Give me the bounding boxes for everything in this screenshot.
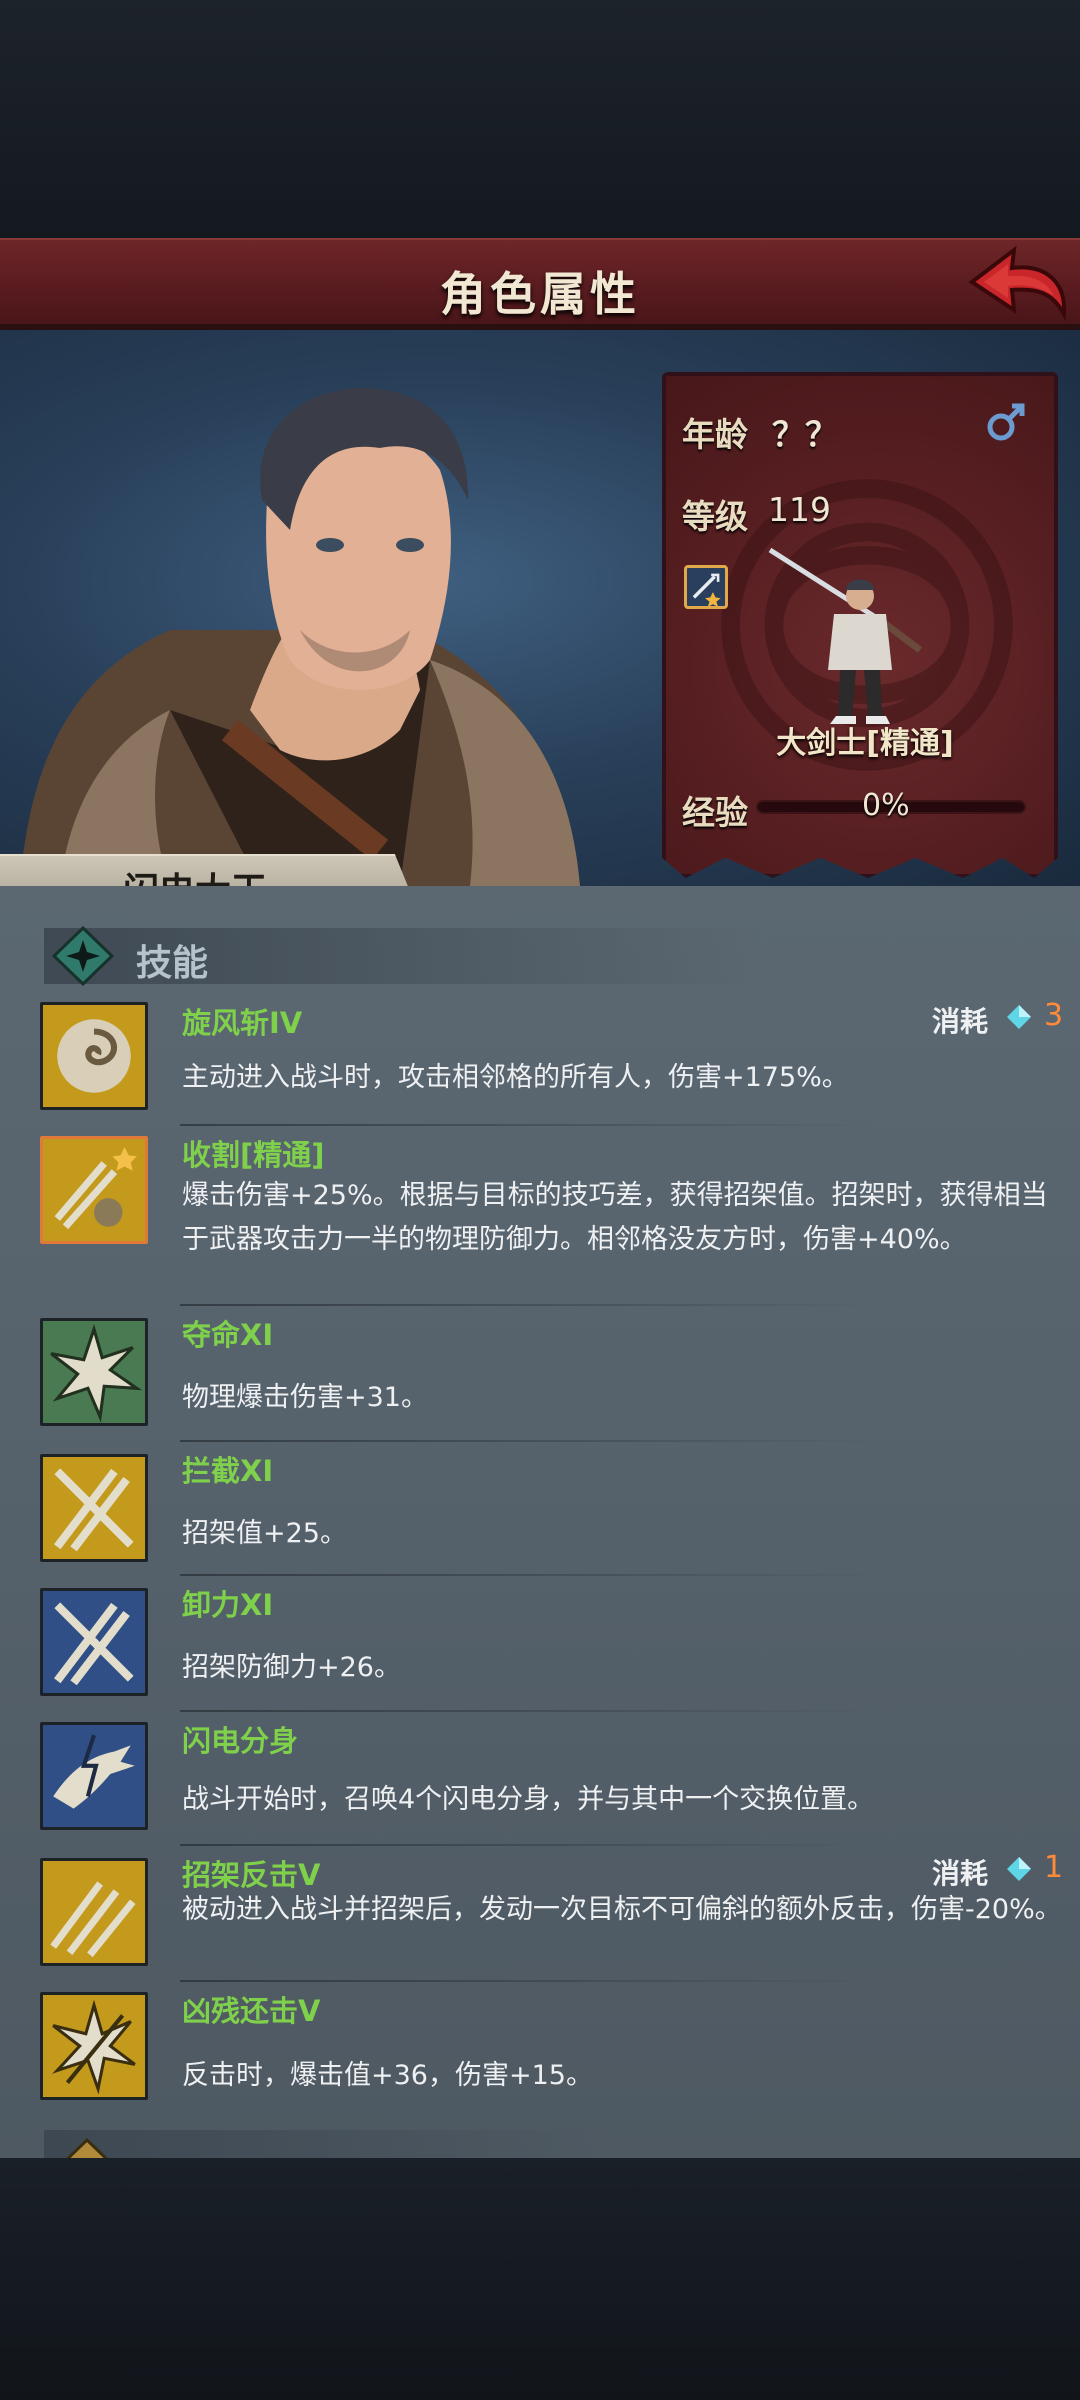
skill-name: 夺命XI — [182, 1318, 274, 1352]
lightning-clone-icon — [40, 1722, 148, 1830]
skill-description: 招架防御力+26。 — [182, 1652, 401, 1683]
character-portrait — [20, 388, 580, 886]
cost-value: 1 — [1044, 1850, 1064, 1885]
harvest-icon — [40, 1136, 148, 1244]
skill-name: 旋风斩IV — [182, 1006, 303, 1040]
crossed-swords-blue-icon — [40, 1588, 148, 1696]
skill-name: 卸力XI — [182, 1588, 274, 1622]
burst-icon — [40, 1318, 148, 1426]
row-divider — [180, 1304, 880, 1306]
cost-label: 消耗 — [932, 1005, 989, 1038]
character-sprite — [768, 547, 923, 724]
exp-value: 0% — [862, 788, 910, 823]
whirlwind-icon — [40, 1002, 148, 1110]
skill-name: 收割[精通] — [182, 1138, 325, 1172]
back-arrow-icon — [968, 245, 1067, 322]
age-value: ？？ — [772, 415, 838, 454]
skill-name: 凶残还击V — [182, 1994, 321, 2028]
skill-description: 战斗开始时，召唤4个闪电分身，并与其中一个交换位置。 — [182, 1784, 875, 1815]
level-value: 119 — [768, 490, 831, 529]
row-divider — [180, 1710, 880, 1712]
class-badge-icon[interactable] — [684, 565, 728, 609]
skill-description: 主动进入战斗时，攻击相邻格的所有人，伤害+175%。 — [182, 1062, 849, 1093]
row-divider — [180, 1844, 880, 1846]
skill-description: 反击时，爆击值+36，伤害+15。 — [182, 2060, 593, 2091]
back-button[interactable] — [966, 244, 1070, 324]
row-divider — [180, 1574, 880, 1576]
skills-section-title: 技能 — [136, 943, 209, 984]
cost-value: 3 — [1044, 998, 1064, 1033]
skill-row-intercept[interactable]: 拦截XI 招架值+25。 — [36, 1448, 1040, 1572]
row-divider — [180, 1440, 880, 1442]
cost-label: 消耗 — [932, 1857, 989, 1890]
age-label: 年龄 — [682, 415, 748, 454]
skill-description: 被动进入战斗并招架后，发动一次目标不可偏斜的额外反击，伤害-20%。 — [182, 1894, 1062, 1925]
level-label: 等级 — [682, 497, 748, 536]
skill-row-lightning-clone[interactable]: 闪电分身 战斗开始时，召唤4个闪电分身，并与其中一个交换位置。 — [36, 1718, 1040, 1842]
exp-label: 经验 — [682, 793, 748, 832]
crossed-swords-icon — [40, 1454, 148, 1562]
skill-row-whirlwind[interactable]: 旋风斩IV 消耗 3 主动进入战斗时，攻击相邻格的所有人，伤害+175%。 — [36, 998, 1063, 1124]
row-divider — [180, 1124, 880, 1126]
next-section-header-partial — [44, 2130, 604, 2158]
counter-icon — [40, 1858, 148, 1966]
skill-name: 闪电分身 — [182, 1724, 299, 1758]
page-title: 角色属性 — [440, 267, 640, 321]
title-bar: 角色属性 — [0, 238, 1080, 338]
diamond-icon — [1007, 1857, 1031, 1881]
section-icon-partial — [66, 2138, 108, 2158]
skill-name: 拦截XI — [182, 1454, 274, 1488]
skill-row-harvest[interactable]: 收割[精通] 爆击伤害+25%。根据与目标的技巧差，获得招架值。招架时，获得相当… — [36, 1132, 1048, 1302]
class-name: 大剑士[精通] — [776, 726, 954, 761]
skill-description: 物理爆击伤害+31。 — [182, 1382, 428, 1413]
skill-description: 爆击伤害+25%。根据与目标的技巧差，获得招架值。招架时，获得相当于武器攻击力一… — [182, 1180, 1048, 1255]
top-letterbox — [0, 0, 1080, 238]
diamond-icon — [1007, 1005, 1031, 1029]
male-gender-icon — [987, 403, 1025, 441]
brutal-strike-icon — [40, 1992, 148, 2100]
row-divider — [180, 1980, 880, 1982]
skill-description: 招架值+25。 — [182, 1518, 347, 1549]
skill-row-parry-counter[interactable]: 招架反击V 消耗 1 被动进入战斗并招架后，发动一次目标不可偏斜的额外反击，伤害… — [36, 1850, 1063, 1976]
skill-row-deflect[interactable]: 卸力XI 招架防御力+26。 — [36, 1582, 1040, 1706]
skill-row-deadly[interactable]: 夺命XI 物理爆击伤害+31。 — [36, 1312, 1040, 1436]
skills-section-icon — [51, 926, 115, 986]
bottom-letterbox — [0, 2158, 1080, 2400]
skill-row-brutal-strike[interactable]: 凶残还击V 反击时，爆击值+36，伤害+15。 — [36, 1988, 1040, 2112]
